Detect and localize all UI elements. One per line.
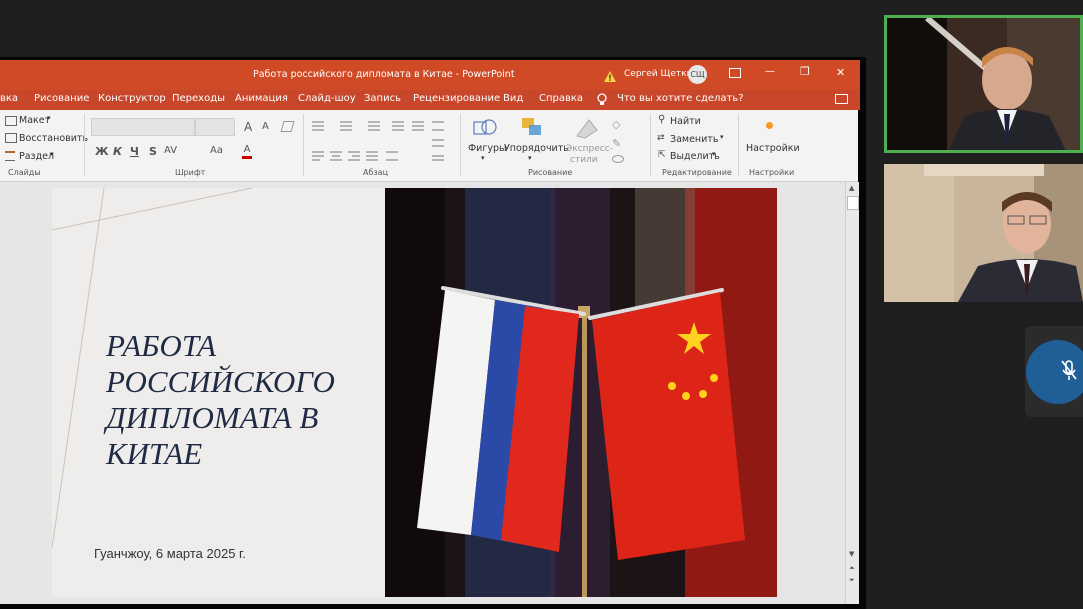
tell-me-search[interactable]: Что вы хотите сделать? [617, 93, 744, 104]
scroll-down-arrow-icon[interactable]: ▼ [849, 550, 854, 558]
quick-styles-icon [575, 116, 599, 143]
restore-button[interactable]: ❐ [800, 65, 810, 78]
vertical-scrollbar[interactable]: ▲ ▼ ⏶ ⏷ [845, 182, 859, 604]
tab-slideshow[interactable]: Слайд-шоу [298, 93, 356, 104]
shrink-font-button[interactable]: A [262, 121, 269, 132]
slides-group-label: Слайды [8, 168, 41, 177]
previous-slide-icon[interactable]: ⏶ [849, 564, 855, 573]
participant-video [887, 18, 1080, 150]
warning-icon[interactable] [604, 67, 616, 86]
clear-formatting-icon[interactable] [280, 121, 295, 132]
shape-effects-icon[interactable] [612, 155, 624, 163]
replace-icon: ⇄ [657, 133, 665, 143]
video-tile-active-speaker[interactable] [884, 15, 1083, 153]
tab-review[interactable]: Рецензирование [413, 93, 500, 104]
tab-help[interactable]: Справка [539, 93, 583, 104]
find-button[interactable]: Найти [670, 116, 701, 127]
ribbon: Макет ▾ Восстановить Раздел ▾ Слайды A A… [0, 110, 858, 182]
participant-video [884, 164, 1083, 302]
addins-icon [766, 122, 773, 129]
tab-view[interactable]: Вид [503, 93, 523, 104]
tab-record[interactable]: Запись [364, 93, 401, 104]
video-tile-muted[interactable] [1025, 326, 1083, 417]
tab-transitions[interactable]: Переходы [172, 93, 225, 104]
comments-icon[interactable] [835, 94, 848, 104]
font-group-label: Шрифт [175, 168, 206, 177]
arrange-icon [520, 116, 544, 143]
font-size-input[interactable] [195, 118, 235, 136]
addins-group-label: Настройки [749, 168, 795, 177]
group-divider [460, 114, 461, 176]
drawing-group-label: Рисование [528, 168, 573, 177]
microphone-off-icon [1061, 359, 1077, 387]
chevron-down-icon: ▾ [712, 150, 716, 158]
cursor-icon: ⇱ [658, 150, 666, 160]
quick-styles-button-line1[interactable]: Экспресс- [566, 144, 613, 154]
user-avatar[interactable]: СЩ [688, 65, 707, 84]
section-icon [5, 151, 15, 161]
paragraph-format-icons[interactable] [308, 116, 458, 164]
layout-icon [5, 116, 17, 126]
section-button[interactable]: Раздел [19, 151, 54, 162]
arrange-button[interactable]: Упорядочить [504, 143, 569, 154]
slide-title[interactable]: РАБОТА РОССИЙСКОГО ДИПЛОМАТА В КИТАЕ [106, 328, 386, 472]
group-divider [738, 114, 739, 176]
lightbulb-icon [597, 93, 607, 109]
layout-button[interactable]: Макет [19, 115, 50, 126]
tab-animations[interactable]: Анимация [235, 93, 288, 104]
next-slide-icon[interactable]: ⏷ [849, 576, 855, 585]
slide[interactable]: РАБОТА РОССИЙСКОГО ДИПЛОМАТА В КИТАЕ Гуа… [52, 188, 777, 597]
group-divider [84, 114, 85, 176]
reset-icon [5, 133, 17, 143]
quick-styles-button-line2[interactable]: стили [570, 155, 598, 165]
replace-button[interactable]: Заменить [670, 134, 718, 145]
video-tile-participant[interactable] [884, 164, 1083, 302]
character-spacing-button[interactable]: AV [164, 145, 177, 156]
editing-group-label: Редактирование [662, 168, 732, 177]
tab-insert[interactable]: вка [0, 93, 18, 104]
ribbon-tabs: вка Рисование Конструктор Переходы Анима… [0, 90, 860, 110]
scroll-thumb[interactable] [847, 196, 859, 210]
chevron-down-icon: ▾ [528, 154, 532, 162]
chevron-down-icon: ▾ [50, 150, 54, 158]
paragraph-group-label: Абзац [363, 168, 389, 177]
slide-subtitle[interactable]: Гуанчжоу, 6 марта 2025 г. [94, 546, 246, 561]
chevron-down-icon: ▾ [47, 114, 51, 122]
font-name-input[interactable] [91, 118, 195, 136]
document-title: Работа российского дипломата в Китае - P… [253, 69, 515, 80]
chevron-down-icon: ▾ [481, 154, 485, 162]
group-divider [650, 114, 651, 176]
grow-font-button[interactable]: A [244, 120, 252, 134]
flags-photo[interactable] [385, 188, 777, 597]
italic-button[interactable]: К [113, 145, 122, 158]
minimize-button[interactable]: — [765, 66, 775, 77]
chevron-down-icon: ▾ [720, 133, 724, 141]
tab-design[interactable]: Конструктор [98, 93, 166, 104]
shape-outline-icon[interactable]: ✎ [612, 137, 621, 150]
group-divider [303, 114, 304, 176]
font-color-icon[interactable]: A [242, 145, 252, 159]
russia-china-flags-image [385, 188, 777, 597]
underline-button[interactable]: Ч [130, 145, 139, 158]
shapes-button[interactable]: Фигуры [468, 143, 507, 154]
powerpoint-titlebar: Работа российского дипломата в Китае - P… [0, 60, 860, 90]
strikethrough-button[interactable]: S [149, 145, 157, 158]
ribbon-display-options-icon[interactable] [729, 68, 741, 78]
reset-button[interactable]: Восстановить [19, 133, 88, 144]
bold-button[interactable]: Ж [95, 145, 108, 158]
shape-fill-icon[interactable]: ◇ [612, 118, 620, 131]
search-icon: ⚲ [658, 114, 666, 125]
tab-draw[interactable]: Рисование [34, 93, 89, 104]
change-case-button[interactable]: Aa [210, 145, 223, 156]
close-button[interactable]: ✕ [836, 66, 845, 79]
addins-button[interactable]: Настройки [746, 143, 800, 154]
shapes-icon [472, 116, 498, 143]
scroll-up-arrow-icon[interactable]: ▲ [849, 184, 854, 192]
